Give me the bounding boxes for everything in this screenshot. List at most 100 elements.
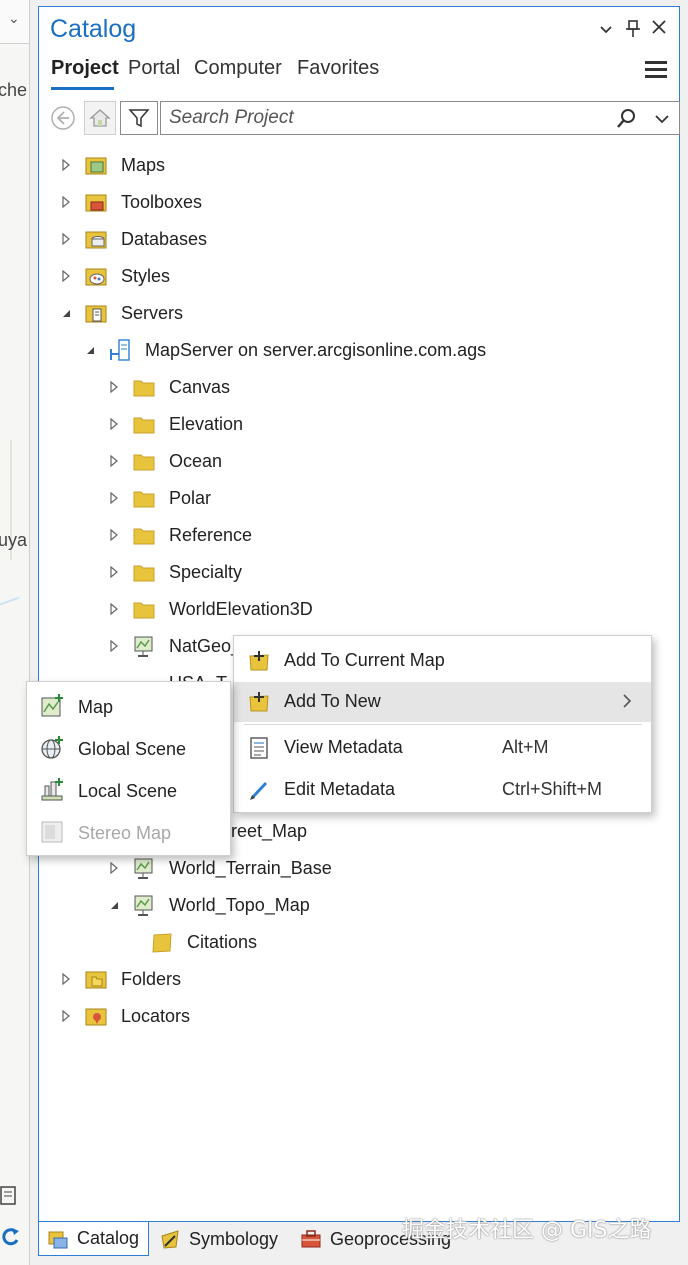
submenu-item-global-scene[interactable]: Global Scene [27, 724, 230, 766]
tree-item[interactable]: Maps [61, 150, 165, 180]
map-icon [41, 694, 63, 717]
map-label-fragment: uya [0, 530, 28, 550]
tree-item[interactable]: Elevation [109, 409, 243, 439]
expand-arrow-icon[interactable] [109, 455, 119, 467]
chevron-down-icon[interactable]: ⌄ [8, 10, 20, 27]
tree-item[interactable]: Reference [109, 520, 252, 550]
chevron-down-icon[interactable] [651, 108, 673, 130]
tree-item[interactable]: Specialty [109, 557, 242, 587]
menu-item-add-to-current-map[interactable]: Add To Current Map [234, 641, 651, 681]
tree-item[interactable]: Styles [61, 261, 170, 291]
tree-item-label: MapServer on server.arcgisonline.com.ags [145, 339, 487, 360]
tab-computer[interactable]: Computer [194, 57, 282, 80]
citations-icon [152, 933, 172, 953]
submenu-item-label: Stereo Map [78, 823, 172, 843]
submenu-item-local-scene[interactable]: Local Scene [27, 766, 230, 808]
tab-portal[interactable]: Portal [128, 57, 180, 80]
tree-item-label: World_Terrain_Base [169, 857, 332, 878]
expand-arrow-icon[interactable] [109, 566, 119, 578]
tree-item[interactable]: Databases [61, 224, 207, 254]
expand-arrow-icon[interactable] [109, 862, 119, 874]
menu-item-view-metadata[interactable]: View Metadata Alt+M [234, 728, 651, 768]
tree-item-label: Elevation [169, 413, 244, 434]
collapse-arrow-icon[interactable] [109, 899, 119, 911]
tree-item[interactable]: reet_Map [231, 816, 307, 846]
expand-arrow-icon[interactable] [61, 159, 71, 171]
collapse-arrow-icon[interactable] [61, 307, 71, 319]
close-icon[interactable] [651, 19, 667, 35]
pin-icon[interactable] [625, 20, 641, 38]
submenu-item-stereo-map[interactable]: Stereo Map [27, 808, 230, 850]
refresh-icon[interactable] [0, 1226, 22, 1248]
tree-item[interactable]: NatGeo_ [109, 631, 241, 661]
tree-item-label: Servers [121, 302, 184, 323]
search-icon[interactable] [615, 108, 637, 130]
tree-item[interactable]: USA_T [109, 668, 227, 683]
expand-arrow-icon[interactable] [61, 233, 71, 245]
tree-item-label: Styles [121, 265, 171, 286]
back-button[interactable] [47, 101, 79, 135]
tree-item[interactable]: World_Topo_Map [109, 890, 310, 920]
expand-arrow-icon[interactable] [61, 1010, 71, 1022]
expand-arrow-icon[interactable] [109, 418, 119, 430]
tab-favorites[interactable]: Favorites [297, 57, 379, 80]
tree-item[interactable]: WorldElevation3D [109, 594, 313, 624]
menu-item-label: Edit Metadata [284, 779, 396, 799]
pane-title: Catalog [50, 15, 137, 43]
local-scene-icon [41, 778, 63, 801]
tree-item[interactable]: Ocean [109, 446, 222, 476]
stereo-map-icon [41, 821, 63, 843]
map-service-icon [134, 858, 153, 879]
metadata-icon [250, 737, 268, 759]
locators-icon [85, 1008, 107, 1026]
tree-item-label: NatGeo_ [169, 635, 242, 656]
expand-arrow-icon[interactable] [109, 603, 119, 615]
expand-arrow-icon[interactable] [109, 529, 119, 541]
folders-icon [85, 971, 107, 989]
home-button[interactable] [84, 101, 116, 135]
submenu-item-label: Global Scene [78, 739, 187, 759]
tree-item[interactable]: Toolboxes [61, 187, 202, 217]
tree-item[interactable]: Canvas [109, 372, 230, 402]
menu-item-shortcut: Alt+M [502, 737, 549, 757]
tree-item-label: Locators [121, 1005, 191, 1026]
folder-icon [133, 491, 155, 508]
submenu-item-label: Local Scene [78, 781, 178, 801]
submenu-item-map[interactable]: Map [27, 682, 230, 724]
tree-item[interactable]: Locators [61, 1001, 190, 1031]
expand-arrow-icon[interactable] [61, 196, 71, 208]
menu-item-add-to-new[interactable]: Add To New [234, 682, 651, 722]
tree-item[interactable]: Citations [151, 927, 257, 957]
dock-tab-catalog[interactable]: Catalog [38, 1222, 149, 1256]
tree-item[interactable]: Folders [61, 964, 181, 994]
menu-item-edit-metadata[interactable]: Edit Metadata Ctrl+Shift+M [234, 770, 651, 810]
tab-project[interactable]: Project [51, 57, 119, 80]
folder-icon [133, 565, 155, 582]
tree-item[interactable]: MapServer on server.arcgisonline.com.ags [85, 335, 486, 365]
home-icon [89, 109, 111, 127]
tree-item[interactable]: World_Terrain_Base [109, 853, 332, 883]
tree-item[interactable]: Polar [109, 483, 211, 513]
tree-item-label: Reference [169, 524, 253, 545]
expand-arrow-icon[interactable] [109, 640, 119, 652]
chevron-down-icon[interactable] [599, 23, 613, 37]
folder-icon [133, 602, 155, 619]
submenu-item-label: Map [78, 697, 114, 717]
expand-arrow-icon[interactable] [109, 381, 119, 393]
back-arrow-icon [51, 106, 75, 130]
filter-button[interactable] [120, 101, 158, 135]
tree-item-label: Databases [121, 228, 208, 249]
search-input[interactable] [169, 106, 609, 130]
menu-icon[interactable] [645, 61, 667, 79]
dock-tab-symbology[interactable]: Symbology [151, 1222, 284, 1256]
chevron-right-icon [623, 694, 632, 708]
expand-arrow-icon[interactable] [61, 270, 71, 282]
expand-arrow-icon[interactable] [109, 492, 119, 504]
collapse-arrow-icon[interactable] [85, 344, 95, 356]
menu-item-label: View Metadata [284, 737, 403, 757]
dock-tab-label: Symbology [189, 1228, 279, 1249]
expand-arrow-icon[interactable] [61, 973, 71, 985]
servers-folder-icon [85, 305, 107, 323]
document-icon[interactable] [0, 1184, 22, 1206]
tree-item[interactable]: Servers [61, 298, 183, 328]
